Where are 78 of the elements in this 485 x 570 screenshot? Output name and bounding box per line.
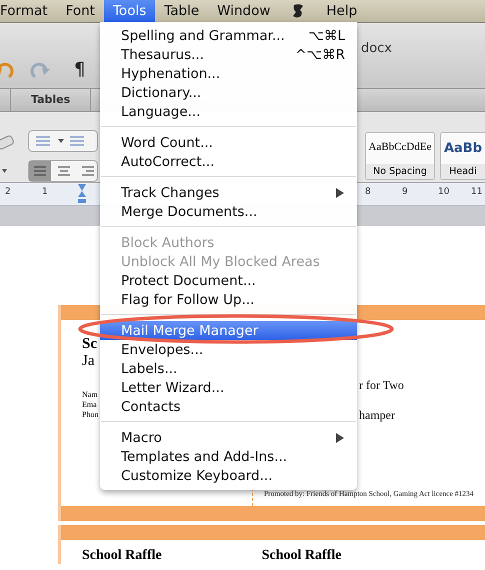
menu-item-label: Envelopes... — [121, 342, 204, 358]
submenu-arrow-icon[interactable] — [335, 186, 345, 198]
menu-bar-item[interactable]: Table — [155, 0, 208, 22]
menu-item-label: Block Authors — [121, 234, 214, 250]
menu-item-label: Flag for Follow Up... — [121, 292, 254, 308]
prize-line: r for Two — [359, 378, 404, 393]
menu-item-label: Customize Keyboard... — [121, 468, 272, 484]
menu-item[interactable]: Templates and Add-Ins... — [100, 447, 357, 466]
menu-item[interactable]: Spelling and Grammar... ⌥⌘L — [100, 26, 357, 45]
prize-line: hamper — [359, 408, 395, 423]
menu-item[interactable]: Customize Keyboard... — [100, 466, 357, 485]
menu-bar-item[interactable]: Help — [317, 0, 366, 22]
style-preset[interactable]: AaBb Headi — [440, 132, 485, 180]
menu-item[interactable]: Letter Wizard... — [100, 378, 357, 397]
menu-item[interactable]: Flag for Follow Up... — [100, 290, 357, 309]
indent-marker-icon[interactable] — [77, 183, 87, 205]
shortcut-label: ⌥⌘L — [308, 28, 345, 44]
menu-item-label: Letter Wizard... — [121, 380, 224, 396]
ruler-number: 10 — [438, 187, 450, 197]
ticket-title: School Raffle — [262, 548, 342, 564]
menu-item-label: Protect Document... — [121, 272, 256, 288]
menu-bar-item[interactable]: Window — [208, 0, 280, 22]
menu-item-label: Hyphenation... — [121, 66, 220, 82]
menu-item[interactable]: Protect Document... — [100, 271, 357, 290]
menu-item-label: Merge Documents... — [121, 204, 258, 220]
menu-item[interactable]: Mail Merge Manager — [100, 321, 357, 340]
menu-bar-item[interactable]: Format — [0, 0, 57, 22]
ticket-title: School Raffle — [82, 548, 162, 564]
menu-item-label: Spelling and Grammar... — [121, 28, 285, 44]
menu-item[interactable]: Track Changes — [100, 183, 357, 202]
style-preset[interactable]: AaBbCcDdEe No Spacing — [365, 132, 435, 180]
ticket-title: Sc — [82, 336, 97, 353]
menu-item-label: Macro — [121, 430, 162, 446]
field-label: Ema — [82, 400, 97, 409]
menu-item[interactable]: Hyphenation... — [100, 64, 357, 83]
menu-item[interactable]: Language... — [100, 102, 357, 121]
menu-item-label: Contacts — [121, 398, 181, 414]
menu-item-label: AutoCorrect... — [121, 154, 214, 170]
menu-item[interactable]: Envelopes... — [100, 340, 357, 359]
ticket-date: Ja — [82, 353, 94, 370]
shortcut-label: ^⌥⌘R — [295, 46, 345, 62]
menu-item-label: Track Changes — [121, 184, 220, 200]
ribbon-tab[interactable]: Tables — [10, 89, 92, 111]
menu-item-label: Language... — [121, 104, 200, 120]
menu-item-label: Thesaurus... — [121, 46, 204, 62]
pilcrow-icon[interactable]: ¶ — [74, 59, 86, 80]
submenu-arrow-icon[interactable] — [335, 432, 345, 444]
menu-item-label: Templates and Add-Ins... — [121, 448, 288, 464]
document-title: docx — [360, 41, 392, 56]
menu-item[interactable]: Word Count... — [100, 133, 357, 152]
field-label: Phon — [82, 410, 98, 419]
ruler-number: 2 — [5, 187, 11, 197]
menu-item[interactable]: Thesaurus... ^⌥⌘R — [100, 45, 357, 64]
menu-item[interactable]: Macro — [100, 428, 357, 447]
ruler-number: 11 — [471, 187, 482, 197]
style-name: Headi — [441, 164, 485, 179]
menu-item-label: Labels... — [121, 360, 178, 376]
menu-item[interactable]: Labels... — [100, 359, 357, 378]
menu-bar-item[interactable]: Font — [56, 0, 104, 22]
style-sample: AaBbCcDdEe — [368, 140, 432, 153]
menu-item-label: Unblock All My Blocked Areas — [121, 254, 320, 270]
script-icon[interactable] — [291, 3, 306, 19]
ruler-number: 9 — [402, 187, 408, 197]
menu-bar-item[interactable]: Tools — [104, 0, 156, 22]
field-label: Nam — [82, 390, 98, 399]
ruler-number: 8 — [365, 187, 371, 197]
menu-item-label: Dictionary... — [121, 84, 202, 100]
menu-item-label: Word Count... — [121, 134, 213, 150]
list-buttons-icon[interactable] — [28, 130, 98, 152]
menu-item[interactable]: Dictionary... — [100, 83, 357, 102]
menu-item[interactable]: AutoCorrect... — [100, 152, 357, 171]
style-sample: AaBb — [444, 140, 482, 156]
menu-item[interactable]: Contacts — [100, 397, 357, 416]
style-name: No Spacing — [366, 164, 434, 179]
align-buttons-icon[interactable] — [28, 160, 98, 182]
menu-item[interactable]: Merge Documents... — [100, 202, 357, 221]
menu-item-label: Mail Merge Manager — [121, 322, 258, 338]
ruler-number: 1 — [42, 187, 48, 197]
